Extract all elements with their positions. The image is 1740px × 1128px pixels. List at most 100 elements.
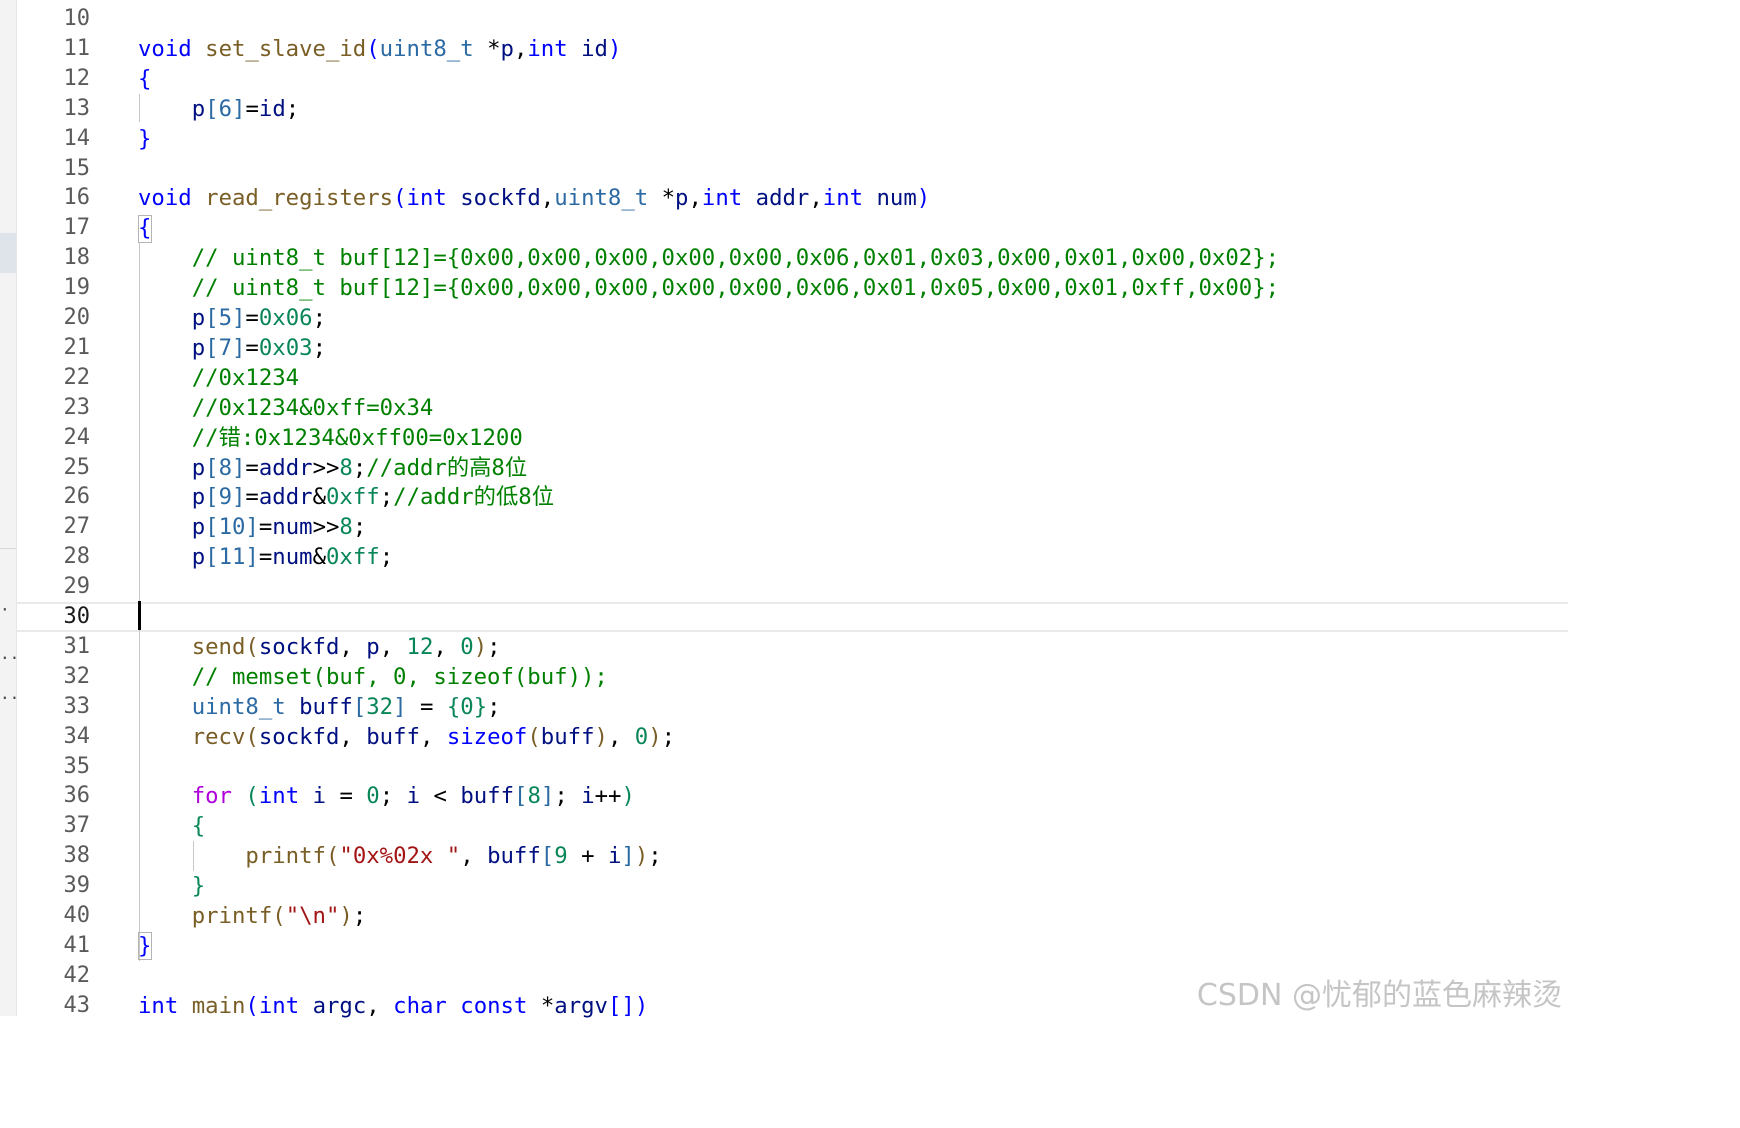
line-number: 29 [63, 574, 91, 600]
code-line[interactable]: 27 p[10]=num>>8; [17, 512, 1568, 542]
code-token: printf [245, 843, 326, 870]
more-dot-icon[interactable]: · [0, 602, 10, 618]
code-text: p[7]=0x03; [138, 333, 326, 363]
code-token: [] [607, 992, 635, 1019]
code-token: buff [487, 843, 541, 870]
code-line[interactable]: 34 recv(sockfd, buff, sizeof(buff), 0); [17, 722, 1568, 752]
code-line[interactable]: 39 } [17, 871, 1568, 901]
code-token: [7] [205, 334, 246, 361]
code-line[interactable]: 40 printf("\n"); [17, 901, 1568, 931]
code-line[interactable]: 32 // memset(buf, 0, sizeof(buf)); [17, 662, 1568, 692]
code-token: * [527, 992, 555, 1019]
code-token: num [876, 185, 917, 212]
code-token: ] [393, 693, 407, 720]
code-token: [11] [205, 544, 259, 571]
line-number: 21 [63, 334, 91, 360]
code-line[interactable]: 16 void read_registers(int sockfd,uint8_t… [17, 183, 1568, 213]
code-line[interactable]: 38 printf("0x%02x ", buff[9 + i]); [17, 841, 1568, 871]
code-text: uint8_t buff[32] = {0}; [138, 692, 501, 722]
code-line[interactable]: 33 uint8_t buff[32] = {0}; [17, 692, 1568, 722]
code-line[interactable]: 24 //错:0x1234&0xff00=0x1200 [17, 423, 1568, 453]
code-token: ) [648, 723, 662, 750]
code-line[interactable]: 29 [17, 572, 1568, 602]
code-token: ; [379, 484, 394, 511]
code-text: for (int i = 0; i < buff[8]; i++) [138, 781, 635, 811]
code-token: p [191, 484, 206, 511]
code-text: // uint8_t buf[12]={0x00,0x00,0x00,0x00,… [138, 243, 1279, 273]
code-line[interactable]: 14} [17, 124, 1568, 154]
code-token: ( [245, 633, 259, 660]
code-token: sizeof [446, 723, 528, 750]
line-number: 32 [63, 663, 91, 689]
code-line[interactable]: 12 { [17, 64, 1568, 94]
code-line[interactable]: 11 void set_slave_id(uint8_t *p,int id) [17, 34, 1568, 64]
code-token: ; [285, 95, 300, 122]
code-token: ; [554, 783, 582, 810]
code-line[interactable]: 28 p[11]=num&0xff; [17, 542, 1568, 572]
line-number: 37 [63, 813, 91, 839]
code-token: >> [312, 514, 340, 541]
code-token: , [366, 992, 394, 1019]
code-line[interactable]: 37 { [17, 811, 1568, 841]
code-line[interactable]: 17{ [17, 213, 1568, 243]
code-token: ) [634, 843, 649, 870]
code-token: i [607, 843, 622, 870]
line-number: 17 [63, 215, 91, 241]
code-token: num [272, 544, 313, 571]
code-editor[interactable]: 10 11 void set_slave_id(uint8_t *p,int id)… [17, 0, 1568, 1019]
code-token: * [648, 185, 676, 212]
code-token: 0x03 [258, 334, 313, 361]
code-token: p [191, 95, 206, 122]
code-text: send(sockfd, p, 12, 0); [138, 632, 501, 662]
code-token: addr [258, 484, 313, 511]
code-token: >> [312, 454, 340, 481]
code-line[interactable]: 41} [17, 931, 1568, 961]
code-token: ) [473, 633, 488, 660]
code-token: [ [540, 843, 555, 870]
code-line[interactable]: 26 p[9]=addr&0xff;//addr的低8位 [17, 482, 1568, 512]
code-line[interactable]: 35 [17, 752, 1568, 782]
code-line[interactable]: 19 // uint8_t buf[12]={0x00,0x00,0x00,0x… [17, 273, 1568, 303]
code-line[interactable]: 23 //0x1234&0xff=0x34 [17, 393, 1568, 423]
line-number: 28 [63, 544, 91, 570]
code-token: & [312, 544, 326, 571]
code-line[interactable]: 22 //0x1234 [17, 363, 1568, 393]
code-token: ( [272, 903, 286, 929]
code-token: addr [755, 185, 810, 212]
text-cursor [138, 601, 141, 630]
code-line[interactable]: 36 for (int i = 0; i < buff[8]; i++) [17, 781, 1568, 811]
code-line[interactable]: 15 [17, 154, 1568, 184]
code-text: { [138, 64, 151, 94]
line-number: 30 [63, 604, 91, 629]
code-token: ) [607, 35, 622, 62]
code-token: } [473, 693, 488, 720]
code-token: buff [366, 723, 420, 750]
code-line[interactable]: 13 p[6]=id; [17, 94, 1568, 124]
code-line[interactable]: 25 p[8]=addr>>8;//addr的高8位 [17, 453, 1568, 483]
code-token: p [675, 185, 689, 212]
code-token: 0xff [326, 484, 380, 511]
line-number: 20 [63, 305, 91, 330]
code-line[interactable]: 10 [17, 4, 1568, 34]
code-token: ) [339, 903, 353, 929]
code-token: ; [487, 693, 501, 720]
code-line[interactable]: 31 send(sockfd, p, 12, 0); [17, 632, 1568, 662]
code-token: 32 [366, 693, 394, 720]
code-token: [10] [205, 514, 259, 541]
code-line[interactable]: 18 // uint8_t buf[12]={0x00,0x00,0x00,0x… [17, 243, 1568, 273]
code-token: 9 [554, 843, 568, 870]
code-line[interactable]: 21 p[7]=0x03; [17, 333, 1568, 363]
code-text: // memset(buf, 0, sizeof(buf)); [138, 662, 608, 692]
code-token: 6 [218, 95, 233, 122]
code-line[interactable]: 20 p[5]=0x06; [17, 303, 1568, 333]
code-line[interactable]: 30 [17, 602, 1568, 632]
code-text: p[8]=addr>>8;//addr的高8位 [138, 453, 527, 483]
